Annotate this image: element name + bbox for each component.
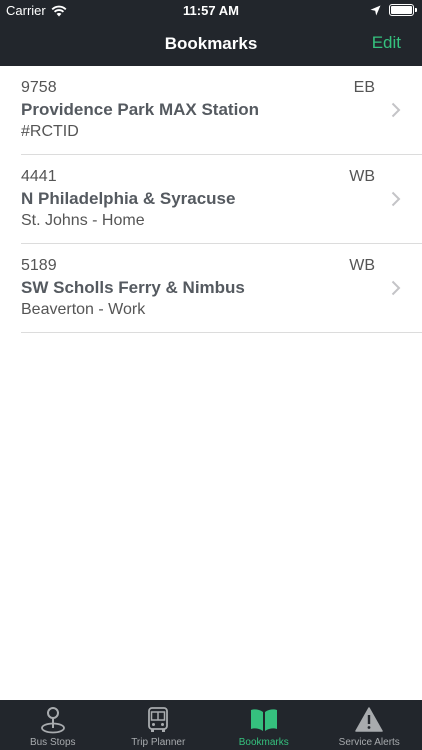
stop-name: Providence Park MAX Station (21, 100, 260, 119)
stop-name: N Philadelphia & Syracuse (21, 189, 236, 208)
bus-icon (148, 707, 169, 732)
page-title: Bookmarks (164, 34, 258, 53)
direction-label: EB (353, 79, 375, 96)
chevron-right-icon (391, 280, 401, 296)
tab-label: Trip Planner (131, 737, 186, 748)
book-icon (250, 709, 277, 731)
edit-button[interactable]: Edit (372, 33, 401, 53)
stop-note: Beaverton - Work (21, 301, 146, 318)
bookmark-row[interactable]: 4441 WB N Philadelphia & Syracuse St. Jo… (21, 155, 422, 244)
warning-icon (355, 707, 383, 732)
location-arrow-icon (370, 5, 381, 15)
top-bar: Carrier 11:57 AM Bookmarks Edit (0, 0, 422, 66)
bookmark-row[interactable]: 9758 EB Providence Park MAX Station #RCT… (21, 66, 422, 155)
chevron-right-icon (391, 191, 401, 207)
direction-label: WB (349, 257, 375, 274)
bookmark-list: 9758 EB Providence Park MAX Station #RCT… (0, 66, 422, 333)
tab-service-alerts[interactable]: Service Alerts (317, 700, 422, 750)
tab-trip-planner[interactable]: Trip Planner (106, 700, 212, 750)
stop-id: 9758 (21, 79, 57, 96)
stop-id: 4441 (21, 168, 57, 185)
stop-name: SW Scholls Ferry & Nimbus (21, 278, 245, 297)
tab-bookmarks[interactable]: Bookmarks (211, 700, 317, 750)
tab-bus-stops[interactable]: Bus Stops (0, 700, 106, 750)
tab-bar: Bus Stops Trip Planner Bookmarks Service… (0, 700, 422, 750)
battery-icon (389, 4, 417, 16)
tab-label: Bus Stops (29, 737, 76, 748)
tab-label: Bookmarks (238, 737, 289, 748)
stop-id: 5189 (21, 257, 57, 274)
chevron-right-icon (391, 102, 401, 118)
direction-label: WB (349, 168, 375, 185)
status-bar: Carrier 11:57 AM (0, 0, 422, 22)
status-time: 11:57 AM (183, 3, 239, 18)
tab-label: Service Alerts (338, 737, 400, 748)
map-pin-icon (40, 707, 65, 734)
bookmark-row[interactable]: 5189 WB SW Scholls Ferry & Nimbus Beaver… (21, 244, 422, 333)
nav-bar: Bookmarks Edit (0, 22, 422, 66)
stop-note: #RCTID (21, 123, 79, 140)
status-indicators (370, 4, 417, 16)
stop-note: St. Johns - Home (21, 212, 145, 229)
